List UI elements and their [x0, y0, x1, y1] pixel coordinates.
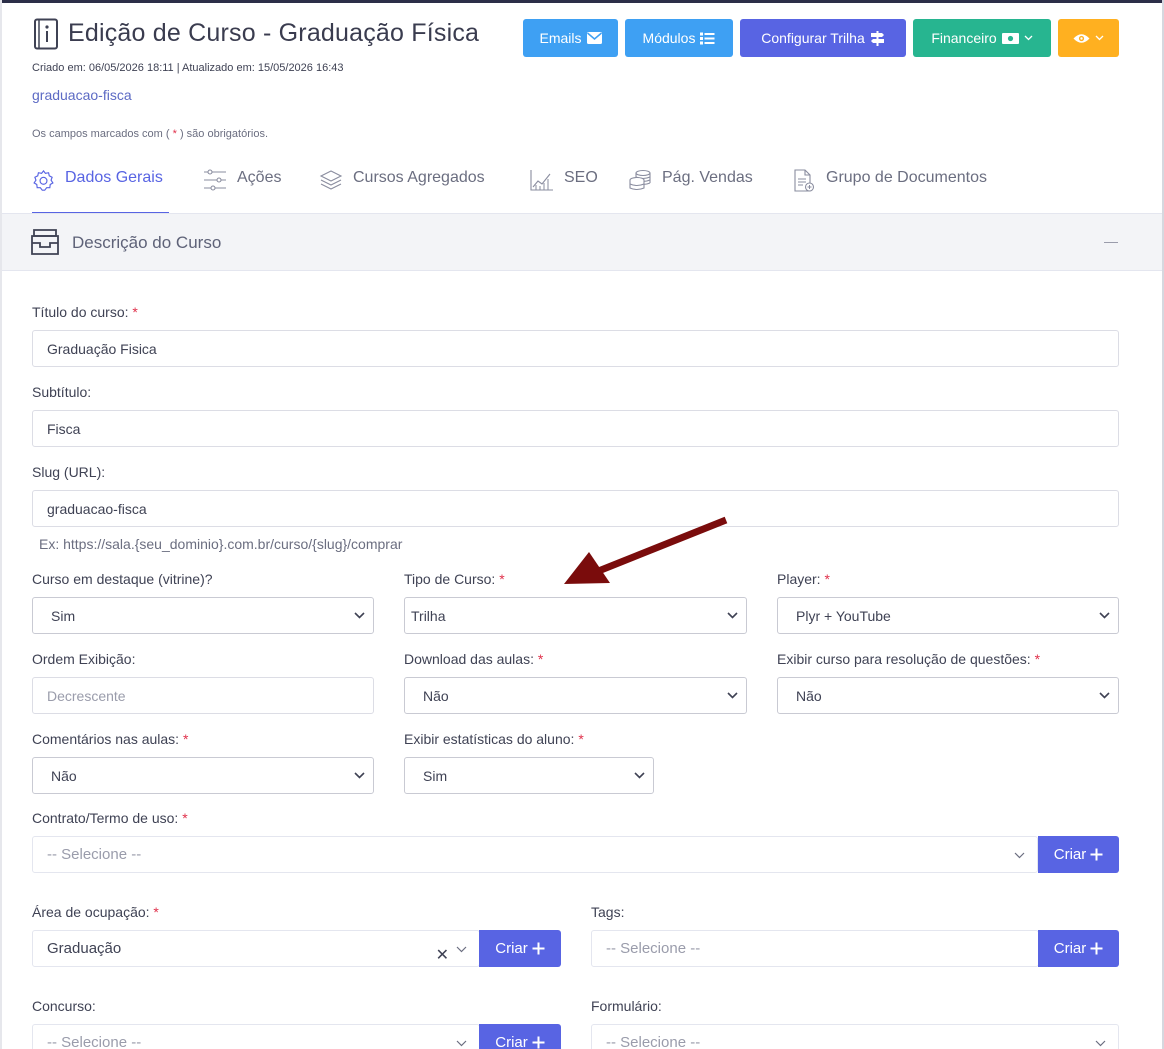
estatisticas-select[interactable]: Sim — [404, 757, 654, 794]
tags-label: Tags: — [591, 904, 625, 920]
money-bill-icon — [1001, 32, 1019, 44]
chevron-down-icon — [727, 692, 738, 699]
coins-icon — [629, 169, 651, 191]
chevron-down-icon — [1099, 612, 1110, 619]
plus-icon — [532, 942, 545, 955]
resolucao-select[interactable]: Não — [777, 677, 1119, 714]
tags-select[interactable]: -- Selecione -- — [591, 930, 1039, 967]
slug-label: Slug (URL): — [32, 464, 106, 480]
list-icon — [700, 32, 715, 44]
resolucao-label: Exibir curso para resolução de questões:… — [777, 651, 1041, 667]
required-fields-note: Os campos marcados com ( * ) são obrigat… — [32, 128, 268, 140]
chevron-down-icon — [634, 772, 645, 779]
comentarios-select[interactable]: Não — [32, 757, 374, 794]
area-select[interactable]: Graduação ✕ — [32, 930, 480, 967]
sliders-icon — [204, 169, 226, 191]
formulario-label: Formulário: — [591, 998, 662, 1014]
destaque-select[interactable]: Sim — [32, 597, 374, 634]
tab-seo[interactable]: SEO — [530, 160, 598, 214]
tab-cursos-agregados[interactable]: Cursos Agregados — [319, 160, 485, 214]
destaque-label: Curso em destaque (vitrine)? — [32, 571, 213, 587]
tab-dados-gerais[interactable]: Dados Gerais — [32, 160, 169, 214]
tipo-curso-label: Tipo de Curso: * — [404, 571, 505, 587]
collapse-icon[interactable] — [1104, 242, 1118, 243]
criar-tags-button[interactable]: Criar — [1038, 930, 1119, 967]
signpost-icon — [870, 30, 884, 46]
chart-icon — [530, 170, 553, 191]
window-top-border — [0, 0, 1164, 3]
chevron-down-icon — [1014, 852, 1025, 859]
subtitulo-input[interactable]: Fisca — [32, 410, 1119, 447]
chevron-down-icon — [456, 1040, 467, 1047]
tab-pag-vendas[interactable]: Pág. Vendas — [628, 160, 753, 214]
formulario-select[interactable]: -- Selecione -- — [591, 1024, 1119, 1049]
tab-acoes[interactable]: Ações — [203, 160, 281, 214]
plus-icon — [532, 1036, 545, 1049]
left-edge — [0, 0, 2, 1049]
download-label: Download das aulas: * — [404, 651, 544, 667]
contrato-select[interactable]: -- Selecione -- — [32, 836, 1038, 873]
chevron-down-icon — [1024, 35, 1033, 41]
section-header-descricao[interactable]: Descrição do Curso — [2, 214, 1162, 271]
concurso-select[interactable]: -- Selecione -- — [32, 1024, 480, 1049]
section-title: Descrição do Curso — [72, 233, 222, 252]
chevron-down-icon — [1099, 692, 1110, 699]
chevron-down-icon — [1095, 1040, 1106, 1047]
chevron-down-icon — [354, 612, 365, 619]
plus-icon — [1090, 848, 1103, 861]
player-select[interactable]: Plyr + YouTube — [777, 597, 1119, 634]
download-select[interactable]: Não — [404, 677, 747, 714]
annotation-arrow-icon — [564, 516, 728, 584]
subtitulo-label: Subtítulo: — [32, 384, 92, 400]
titulo-label: Título do curso: * — [32, 304, 138, 320]
chevron-down-icon — [354, 772, 365, 779]
chevron-down-icon — [727, 612, 738, 619]
area-label: Área de ocupação: * — [32, 904, 159, 920]
course-slug-link[interactable]: graduacao-fisca — [32, 87, 132, 103]
financeiro-dropdown-button[interactable]: Financeiro — [913, 19, 1051, 57]
criar-area-button[interactable]: Criar — [479, 930, 561, 967]
gear-icon — [33, 169, 54, 191]
concurso-label: Concurso: — [32, 998, 96, 1014]
plus-icon — [1090, 942, 1103, 955]
titulo-input[interactable]: Graduação Fisica — [32, 330, 1119, 367]
tipo-curso-select[interactable]: Trilha — [404, 597, 747, 634]
envelope-icon — [586, 32, 602, 44]
configurar-trilha-button[interactable]: Configurar Trilha — [740, 19, 906, 57]
slug-helper-text: Ex: https://sala.{seu_dominio}.com.br/cu… — [39, 536, 403, 552]
player-label: Player: * — [777, 571, 830, 587]
tab-grupo-documentos[interactable]: Grupo de Documentos — [792, 160, 987, 214]
modulos-button[interactable]: Módulos — [625, 19, 733, 57]
estatisticas-label: Exibir estatísticas do aluno: * — [404, 731, 584, 747]
ordem-input[interactable]: Decrescente — [32, 677, 374, 714]
course-book-icon — [34, 18, 58, 50]
eye-icon — [1073, 33, 1090, 43]
page-title: Edição de Curso - Graduação Física — [68, 19, 480, 47]
comentarios-label: Comentários nas aulas: * — [32, 731, 189, 747]
contrato-label: Contrato/Termo de uso: * — [32, 810, 188, 826]
criar-concurso-button[interactable]: Criar — [479, 1024, 561, 1049]
criar-contrato-button[interactable]: Criar — [1038, 836, 1119, 873]
preview-dropdown-button[interactable] — [1058, 19, 1119, 57]
document-icon — [794, 169, 815, 192]
created-updated-info: Criado em: 06/05/2026 18:11 | Atualizado… — [32, 62, 344, 74]
ordem-label: Ordem Exibição: — [32, 651, 136, 667]
emails-button[interactable]: Emails — [523, 19, 618, 57]
inbox-icon — [31, 229, 59, 255]
chevron-down-icon — [456, 946, 467, 953]
layers-icon — [319, 170, 343, 190]
clear-icon[interactable]: ✕ — [436, 945, 449, 965]
chevron-down-icon — [1095, 35, 1104, 41]
